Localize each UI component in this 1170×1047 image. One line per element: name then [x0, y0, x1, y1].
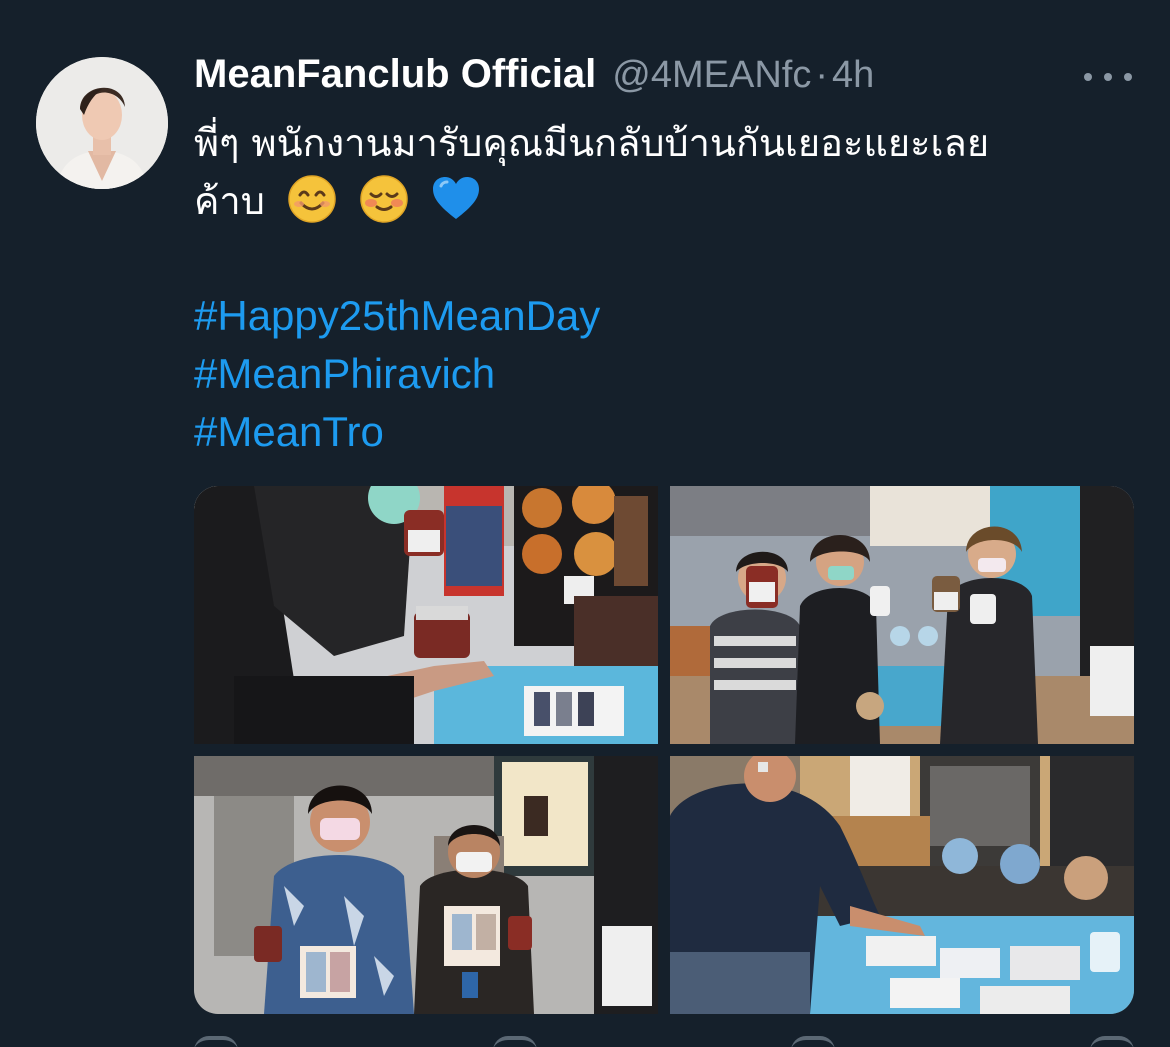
media-grid: [194, 486, 1134, 1014]
tweet-text: พี่ๆ พนักงานมารับคุณมีนกลับบ้านกันเยอะแย…: [194, 114, 1144, 230]
hashtag-link[interactable]: #MeanPhiravich: [194, 345, 600, 403]
hashtag-list: #Happy25thMeanDay #MeanPhiravich #MeanTr…: [194, 287, 600, 461]
timestamp[interactable]: 4h: [832, 54, 874, 97]
tweet[interactable]: MeanFanclub Official @4MEANfc · 4h พี่ๆ …: [0, 0, 1170, 1047]
share-icon[interactable]: [1089, 1036, 1134, 1047]
avatar-photo: [36, 57, 168, 189]
more-options-icon[interactable]: [1084, 70, 1132, 84]
tweet-photo-2[interactable]: [670, 486, 1134, 744]
more-dot: [1124, 73, 1132, 81]
tweet-header: MeanFanclub Official @4MEANfc · 4h: [194, 52, 874, 104]
tweet-photo-1[interactable]: [194, 486, 658, 744]
more-dot: [1084, 73, 1092, 81]
action-bar: [194, 1036, 1134, 1047]
display-name[interactable]: MeanFanclub Official: [194, 52, 596, 97]
like-icon[interactable]: [791, 1036, 836, 1047]
tweet-text-word: ค้าบ: [194, 179, 265, 223]
more-dot: [1104, 73, 1112, 81]
tweet-photo-4[interactable]: [670, 756, 1134, 1014]
tweet-text-line-1: พี่ๆ พนักงานมารับคุณมีนกลับบ้านกันเยอะแย…: [194, 121, 990, 165]
user-handle[interactable]: @4MEANfc: [612, 54, 811, 97]
blue-heart-icon: [431, 174, 481, 224]
avatar[interactable]: [36, 57, 168, 189]
smiling-face-icon: [287, 174, 337, 224]
tweet-text-line-2: ค้าบ: [194, 172, 1144, 230]
reply-icon[interactable]: [194, 1036, 238, 1047]
blushing-face-icon: [359, 174, 409, 224]
retweet-icon[interactable]: [492, 1036, 537, 1047]
tweet-photo-3[interactable]: [194, 756, 658, 1014]
hashtag-link[interactable]: #MeanTro: [194, 403, 600, 461]
separator-dot: ·: [815, 54, 829, 96]
hashtag-link[interactable]: #Happy25thMeanDay: [194, 287, 600, 345]
